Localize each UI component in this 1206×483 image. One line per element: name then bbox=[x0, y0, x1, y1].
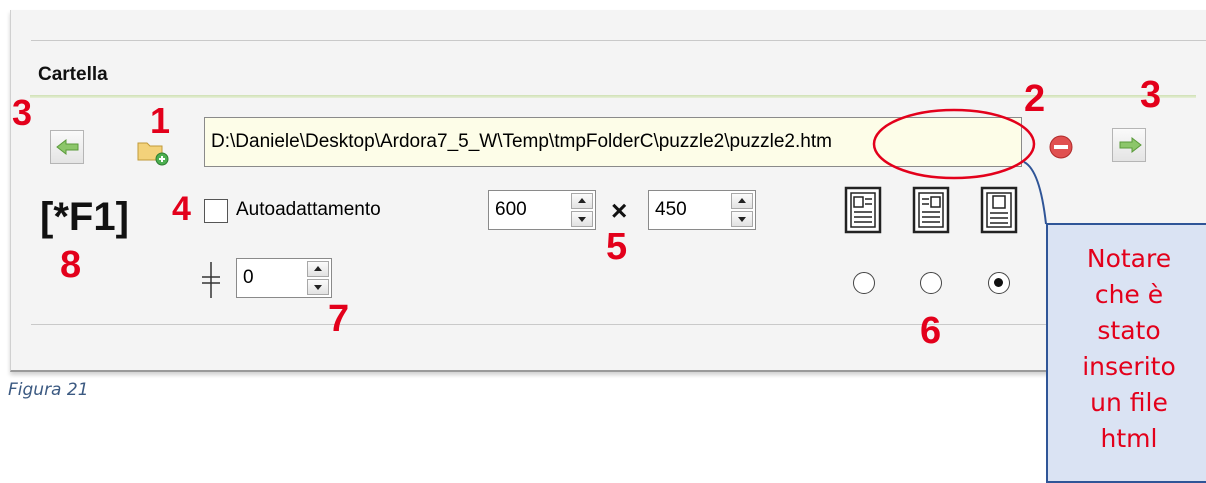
height-value: 450 bbox=[655, 199, 687, 220]
annotation-3-left: 3 bbox=[12, 92, 33, 133]
callout-line-6: html bbox=[1100, 424, 1158, 453]
arrow-right-icon bbox=[1119, 137, 1142, 153]
annotation-8: 8 bbox=[60, 244, 82, 286]
callout-line-1: Notare bbox=[1086, 244, 1172, 273]
annotation-5: 5 bbox=[606, 226, 628, 268]
annotation-4: 4 bbox=[172, 190, 191, 228]
callout-line-3: stato bbox=[1097, 316, 1161, 345]
width-spinner[interactable]: 600 bbox=[488, 190, 596, 230]
note-callout: Notare che è stato inserito un file html bbox=[1046, 223, 1206, 483]
autoadapt-checkbox[interactable] bbox=[204, 199, 228, 223]
bottom-frame-line bbox=[31, 324, 1206, 325]
width-decrement[interactable] bbox=[571, 211, 593, 227]
height-increment[interactable] bbox=[731, 193, 753, 209]
next-button[interactable] bbox=[1112, 128, 1146, 162]
height-decrement[interactable] bbox=[731, 211, 753, 227]
layout-right-radio[interactable] bbox=[920, 272, 942, 294]
margin-value: 0 bbox=[243, 267, 254, 288]
spacing-icon bbox=[202, 262, 220, 298]
section-title: Cartella bbox=[38, 64, 108, 85]
annotation-1: 1 bbox=[150, 100, 171, 141]
callout-line-2: che è bbox=[1094, 280, 1164, 309]
annotation-2: 2 bbox=[1024, 78, 1046, 120]
figure-caption: Figura 21 bbox=[8, 380, 89, 400]
width-value: 600 bbox=[495, 199, 527, 220]
size-separator: × bbox=[611, 195, 628, 226]
callout-pointer bbox=[1023, 161, 1047, 225]
shortcut-label: [*F1] bbox=[40, 195, 129, 239]
margin-decrement[interactable] bbox=[307, 279, 329, 295]
arrow-left-icon bbox=[56, 139, 79, 155]
remove-icon bbox=[1049, 135, 1073, 159]
annotation-7: 7 bbox=[328, 298, 350, 340]
layout-top-icon bbox=[980, 186, 1018, 234]
callout-line-4: inserito bbox=[1082, 352, 1176, 381]
margin-increment[interactable] bbox=[307, 261, 329, 277]
top-frame-line bbox=[31, 40, 1206, 41]
annotation-6: 6 bbox=[920, 310, 942, 352]
layout-right-icon bbox=[912, 186, 950, 234]
height-spinner[interactable]: 450 bbox=[648, 190, 756, 230]
layout-left-icon bbox=[844, 186, 882, 234]
layout-top-radio[interactable] bbox=[988, 272, 1010, 294]
highlight-ellipse bbox=[872, 108, 1036, 180]
width-increment[interactable] bbox=[571, 193, 593, 209]
layout-left-radio[interactable] bbox=[853, 272, 875, 294]
annotation-3-right: 3 bbox=[1140, 74, 1162, 116]
autoadapt-label: Autoadattamento bbox=[236, 199, 381, 220]
callout-line-5: un file bbox=[1090, 388, 1168, 417]
prev-button[interactable] bbox=[50, 130, 84, 164]
remove-button[interactable] bbox=[1048, 134, 1074, 160]
margin-spinner[interactable]: 0 bbox=[236, 258, 332, 298]
title-rule bbox=[30, 95, 1196, 98]
